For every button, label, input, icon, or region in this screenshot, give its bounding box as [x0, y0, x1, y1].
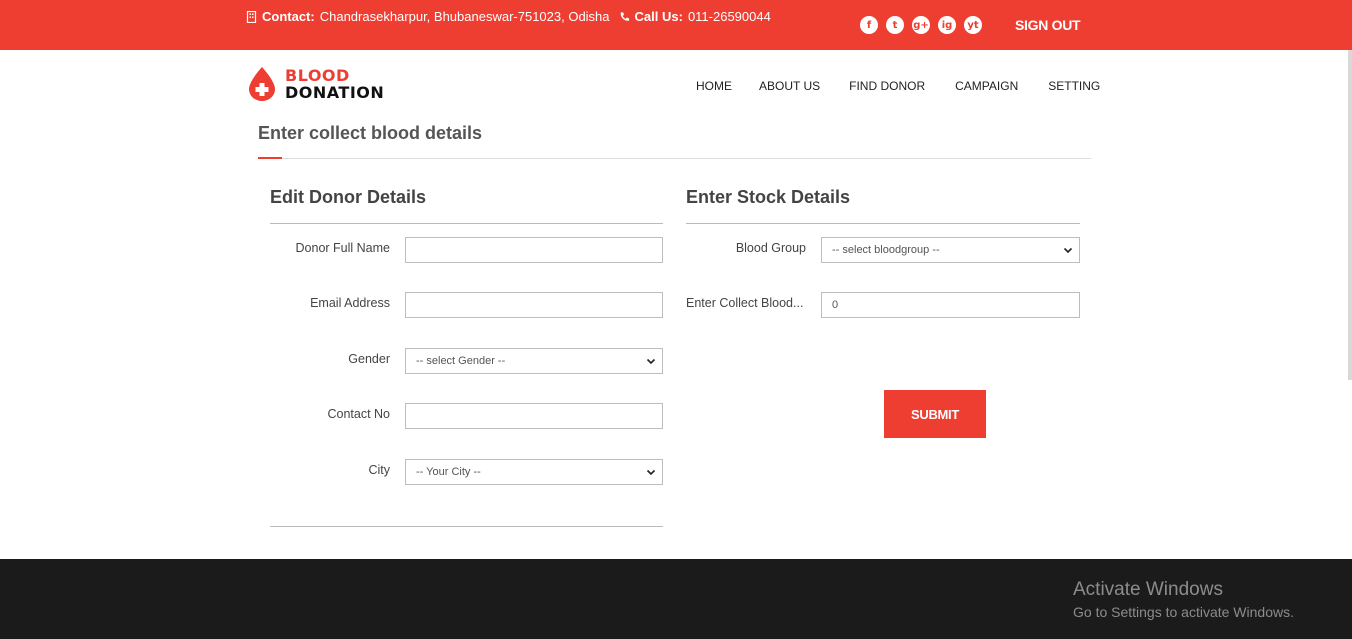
city-label: City [368, 463, 390, 477]
gender-label: Gender [348, 352, 390, 366]
nav-home[interactable]: HOME [696, 79, 732, 93]
chevron-down-icon [646, 358, 656, 365]
chevron-down-icon [1063, 247, 1073, 254]
page-title: Enter collect blood details [258, 123, 483, 143]
page-scrollbar[interactable] [1348, 50, 1352, 380]
submit-button[interactable]: SUBMIT [884, 390, 986, 438]
donor-heading-divider [270, 223, 663, 224]
blood-group-label: Blood Group [735, 241, 806, 255]
call-number: 011-26590044 [687, 9, 771, 24]
city-select-value: -- Your City -- [416, 466, 481, 478]
title-accent [258, 157, 282, 159]
donor-section-heading: Edit Donor Details [270, 187, 427, 207]
title-divider [258, 158, 1091, 159]
gender-select-value: -- select Gender -- [416, 355, 506, 367]
top-bar: Contact: Chandrasekharpur, Bhubaneswar-7… [0, 0, 1352, 50]
blood-drop-icon [249, 67, 275, 101]
logo-line-2: DONATION [285, 83, 385, 102]
logo-line-1: BLOOD [285, 66, 350, 85]
chevron-down-icon [646, 469, 656, 476]
facebook-icon[interactable]: f [860, 16, 878, 34]
collect-blood-input[interactable]: 0 [821, 292, 1080, 318]
stock-section-heading: Enter Stock Details [686, 187, 851, 207]
twitter-icon[interactable]: t [886, 16, 904, 34]
call-label: Call Us: [634, 9, 683, 24]
stock-heading-divider [686, 223, 1080, 224]
phone-icon [620, 11, 629, 21]
nav-about-us[interactable]: ABOUT US [759, 79, 820, 93]
activate-windows-title: Activate Windows [1073, 579, 1223, 600]
site-logo[interactable]: BLOOD DONATION [247, 66, 384, 102]
sign-out-button[interactable]: SIGN OUT [1015, 17, 1081, 33]
contact-label: Contact: [262, 9, 315, 24]
main-nav: HOME ABOUT US FIND DONOR CAMPAIGN SETTIN… [696, 79, 1100, 93]
instagram-icon[interactable]: ig [938, 16, 956, 34]
email-input[interactable] [405, 292, 663, 318]
nav-campaign[interactable]: CAMPAIGN [955, 79, 1018, 93]
nav-find-donor[interactable]: FIND DONOR [849, 79, 925, 93]
social-links: f t g+ ig yt [860, 16, 982, 34]
donor-name-input[interactable] [405, 237, 663, 263]
gender-select[interactable]: -- select Gender -- [405, 348, 663, 374]
nav-setting[interactable]: SETTING [1048, 79, 1100, 93]
contact-info: Contact: Chandrasekharpur, Bhubaneswar-7… [246, 9, 771, 24]
contact-no-label: Contact No [327, 407, 390, 421]
activate-windows-subtitle: Go to Settings to activate Windows. [1073, 604, 1294, 620]
collect-blood-label: Enter Collect Blood... [686, 296, 804, 310]
building-icon [246, 10, 257, 23]
contact-address: Chandrasekharpur, Bhubaneswar-751023, Od… [319, 9, 610, 24]
blood-group-select-value: -- select bloodgroup -- [832, 244, 940, 256]
youtube-icon[interactable]: yt [964, 16, 982, 34]
email-label: Email Address [310, 296, 390, 310]
city-select[interactable]: -- Your City -- [405, 459, 663, 485]
donor-bottom-divider [270, 526, 663, 527]
donor-name-label: Donor Full Name [295, 241, 390, 255]
contact-no-input[interactable] [405, 403, 663, 429]
blood-group-select[interactable]: -- select bloodgroup -- [821, 237, 1080, 263]
google-plus-icon[interactable]: g+ [912, 16, 930, 34]
